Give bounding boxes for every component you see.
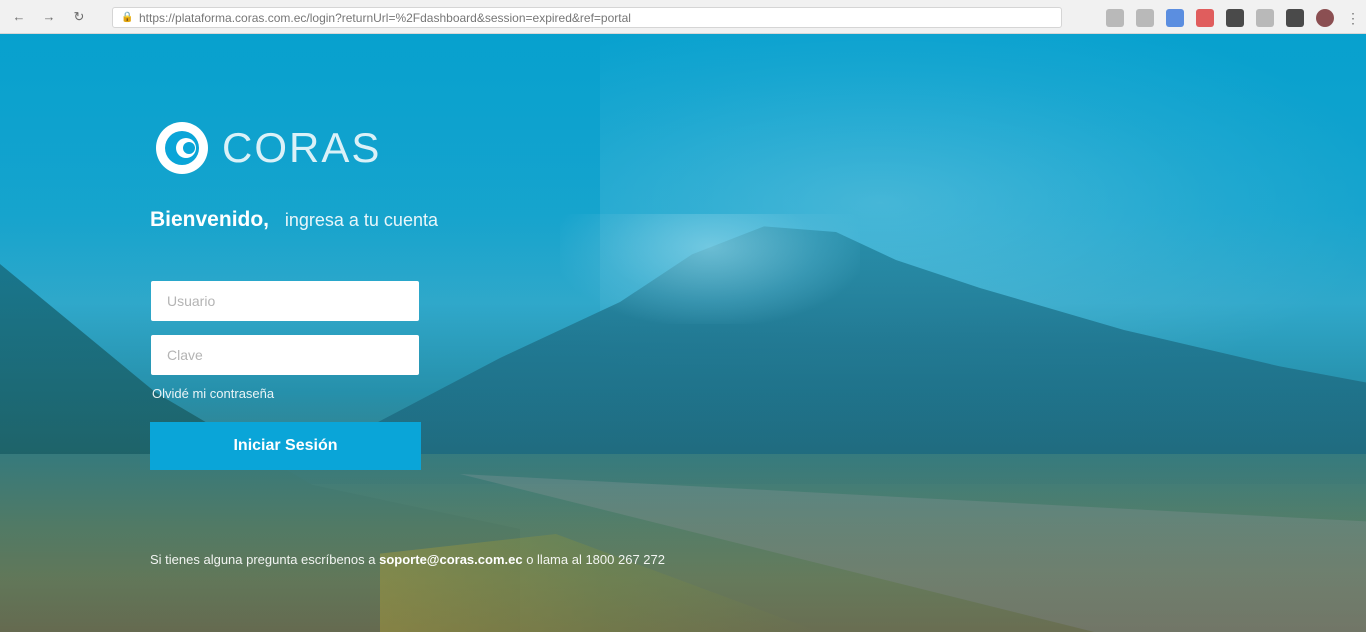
logo-text: CORAS xyxy=(222,124,382,171)
username-input[interactable] xyxy=(151,281,419,321)
extension-icon[interactable] xyxy=(1166,8,1184,27)
login-button[interactable]: Iniciar Sesión xyxy=(150,422,421,470)
password-input[interactable] xyxy=(151,335,419,375)
address-bar[interactable]: 🔒 https://plataforma.coras.com.ec/login?… xyxy=(112,7,1062,28)
logo-mark-icon xyxy=(156,122,208,174)
extension-icon[interactable] xyxy=(1196,8,1214,27)
support-suffix: o llama al 1800 267 272 xyxy=(526,552,665,567)
brand-logo: CORAS xyxy=(156,118,381,178)
address-url: https://plataforma.coras.com.ec/login?re… xyxy=(139,10,631,25)
extension-icon[interactable] xyxy=(1286,8,1304,27)
support-text: Si tienes alguna pregunta escríbenos a s… xyxy=(150,552,665,567)
extension-icon[interactable] xyxy=(1136,8,1154,27)
welcome-subtitle: ingresa a tu cuenta xyxy=(284,210,438,230)
support-email-link[interactable]: soporte@coras.com.ec xyxy=(379,552,522,567)
extension-icon[interactable] xyxy=(1106,8,1124,27)
extension-icon[interactable] xyxy=(1226,8,1244,27)
reload-icon[interactable]: ↻ xyxy=(68,6,90,28)
lock-icon: 🔒 xyxy=(121,11,134,23)
extension-icon[interactable] xyxy=(1256,8,1274,27)
browser-menu-icon[interactable]: ⋮ xyxy=(1346,9,1360,27)
back-arrow-icon[interactable]: ← xyxy=(8,6,30,28)
welcome-strong: Bienvenido, xyxy=(150,208,270,231)
welcome-heading: Bienvenido, ingresa a tu cuenta xyxy=(150,208,438,232)
forward-arrow-icon[interactable]: → xyxy=(38,6,60,28)
browser-toolbar: ← → ↻ 🔒 https://plataforma.coras.com.ec/… xyxy=(0,0,1366,34)
support-prefix: Si tienes alguna pregunta escríbenos a xyxy=(150,552,376,567)
profile-avatar[interactable] xyxy=(1316,8,1334,27)
extension-tray: ⋮ xyxy=(1106,7,1360,28)
forgot-password-link[interactable]: Olvidé mi contraseña xyxy=(152,386,274,401)
